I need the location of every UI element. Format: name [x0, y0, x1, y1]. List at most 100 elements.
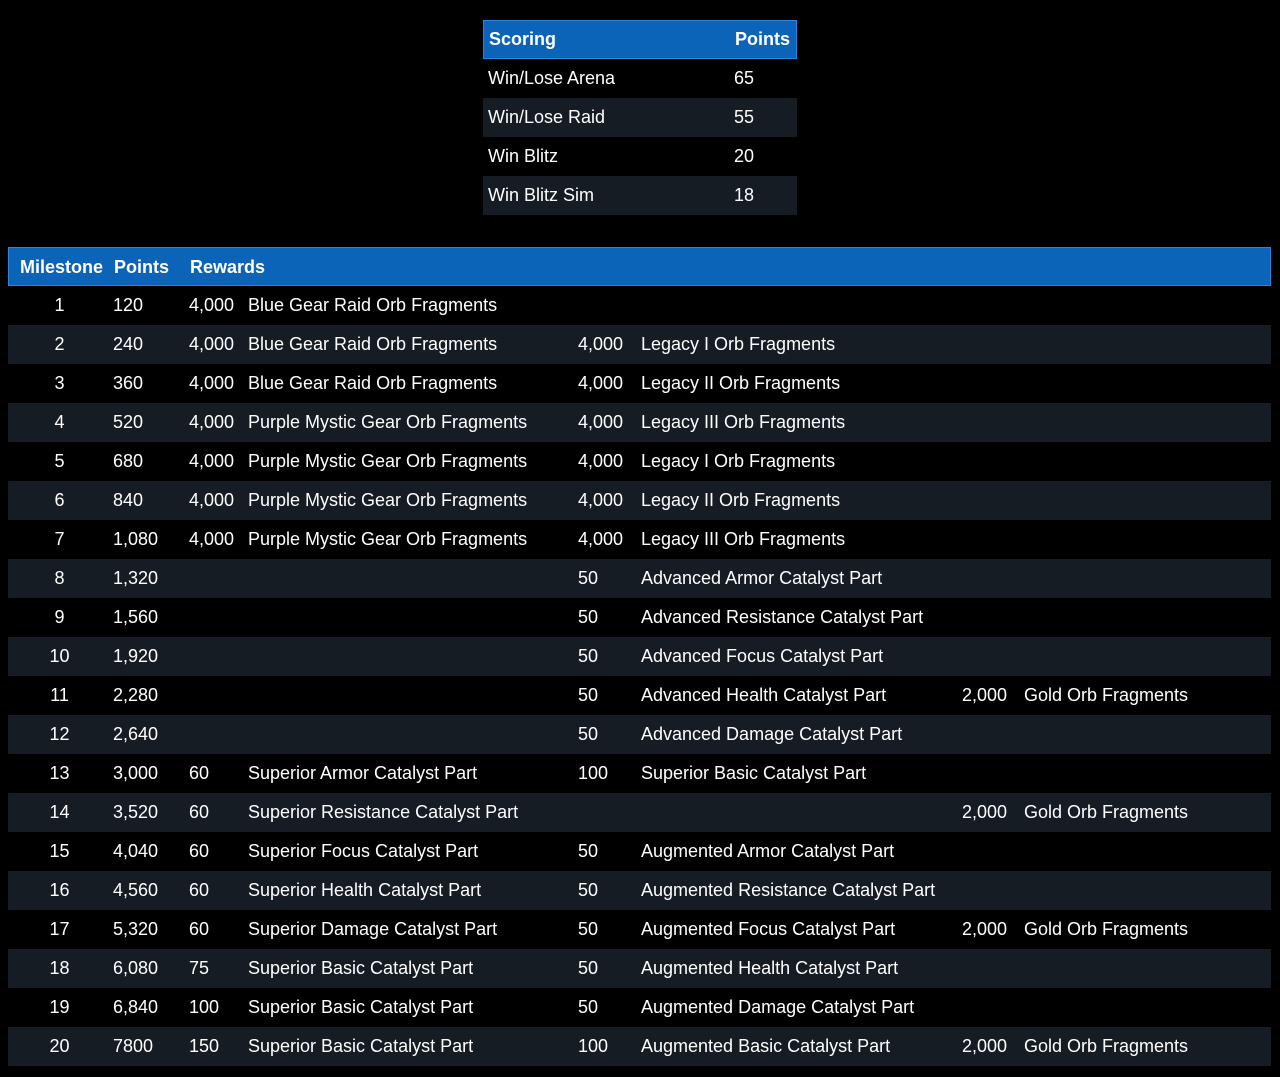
scoring-points: 18: [734, 185, 755, 205]
reward-3-name: Gold Orb Fragments: [1024, 685, 1189, 705]
reward-1-name: Blue Gear Raid Orb Fragments: [248, 334, 498, 354]
scoring-activity: Win/Lose Arena: [488, 68, 616, 88]
milestone-points: 1,080: [113, 529, 159, 549]
milestone-points: 1,320: [113, 568, 159, 588]
milestone-points: 1,920: [113, 646, 159, 666]
milestone-row: 6 840 4,000 Purple Mystic Gear Orb Fragment…: [8, 481, 1271, 520]
reward-1-quantity: 4,000: [189, 490, 235, 510]
milestone-row: 15 4,040 60 Superior Focus Catalyst Part 50 A…: [8, 832, 1271, 871]
reward-2-quantity: 50: [578, 880, 599, 900]
milestone-points: 3,520: [113, 802, 159, 822]
reward-2-name: Augmented Damage Catalyst Part: [641, 997, 915, 1017]
milestone-number: 6: [54, 490, 65, 510]
reward-2-quantity: 50: [578, 958, 599, 978]
milestone-row: 16 4,560 60 Superior Health Catalyst Part 50…: [8, 871, 1271, 910]
milestone-number: 3: [54, 373, 65, 393]
reward-2-name: Augmented Armor Catalyst Part: [641, 841, 895, 861]
reward-1-quantity: 60: [189, 802, 210, 822]
reward-3-quantity: 2,000: [962, 802, 1008, 822]
milestone-number: 15: [49, 841, 70, 861]
reward-2-quantity: 100: [578, 763, 609, 783]
reward-1-name: Superior Armor Catalyst Part: [248, 763, 478, 783]
milestone-number: 8: [54, 568, 65, 588]
reward-2-quantity: 50: [578, 568, 599, 588]
reward-2-name: Legacy II Orb Fragments: [641, 490, 841, 510]
reward-3-name: Gold Orb Fragments: [1024, 802, 1189, 822]
reward-2-name: Legacy II Orb Fragments: [641, 373, 841, 393]
reward-2-quantity: 100: [578, 1036, 609, 1056]
reward-2-name: Legacy I Orb Fragments: [641, 334, 836, 354]
reward-1-name: Superior Damage Catalyst Part: [248, 919, 498, 939]
reward-1-quantity: 75: [189, 958, 210, 978]
milestone-header-points: Points: [114, 257, 170, 277]
reward-1-name: Superior Health Catalyst Part: [248, 880, 482, 900]
reward-2-name: Augmented Basic Catalyst Part: [641, 1036, 891, 1056]
milestone-header-milestone: Milestone: [20, 257, 104, 277]
milestone-row: 5 680 4,000 Purple Mystic Gear Orb Fragment…: [8, 442, 1271, 481]
milestone-row: 19 6,840 100 Superior Basic Catalyst Part 50…: [8, 988, 1271, 1027]
milestone-number: 4: [54, 412, 65, 432]
reward-2-quantity: 50: [578, 841, 599, 861]
reward-2-quantity: 50: [578, 685, 599, 705]
milestone-number: 7: [54, 529, 65, 549]
reward-1-quantity: 60: [189, 919, 210, 939]
milestone-number: 11: [50, 685, 69, 705]
reward-3-name: Gold Orb Fragments: [1024, 919, 1189, 939]
milestone-table: Milestone Points Rewards 1 120 4,000 Blue G…: [8, 247, 1271, 1066]
milestone-points: 6,840: [113, 997, 159, 1017]
reward-1-name: Blue Gear Raid Orb Fragments: [248, 373, 498, 393]
milestone-points: 4,040: [113, 841, 159, 861]
reward-1-quantity: 4,000: [189, 373, 235, 393]
reward-2-name: Augmented Resistance Catalyst Part: [641, 880, 936, 900]
reward-1-quantity: 150: [189, 1036, 220, 1056]
milestone-number: 2: [54, 334, 65, 354]
scoring-row: Win/Lose Arena 65: [483, 59, 797, 98]
reward-2-quantity: 4,000: [578, 451, 624, 471]
scoring-points: 20: [734, 146, 755, 166]
milestone-points: 120: [113, 295, 144, 315]
reward-1-name: Superior Basic Catalyst Part: [248, 997, 474, 1017]
reward-3-name: Gold Orb Fragments: [1024, 1036, 1189, 1056]
milestone-number: 5: [54, 451, 65, 471]
reward-1-quantity: 100: [189, 997, 220, 1017]
scoring-points: 65: [734, 68, 755, 88]
milestone-row: 20 7800 150 Superior Basic Catalyst Part 100…: [8, 1027, 1271, 1066]
reward-2-quantity: 4,000: [578, 334, 624, 354]
milestone-number: 13: [49, 763, 70, 783]
reward-2-quantity: 4,000: [578, 412, 624, 432]
reward-1-name: Purple Mystic Gear Orb Fragments: [248, 412, 528, 432]
reward-1-name: Superior Focus Catalyst Part: [248, 841, 479, 861]
scoring-table: Scoring Points Win/Lose Arena 65 Win/Los…: [483, 20, 797, 215]
reward-2-name: Legacy III Orb Fragments: [641, 412, 846, 432]
milestone-row: 7 1,080 4,000 Purple Mystic Gear Orb Fragme…: [8, 520, 1271, 559]
scoring-header-points: Points: [735, 29, 791, 49]
scoring-header-row: Scoring Points: [483, 20, 797, 59]
reward-2-name: Advanced Resistance Catalyst Part: [641, 607, 924, 627]
milestone-points: 5,320: [113, 919, 159, 939]
scoring-row: Win/Lose Raid 55: [483, 98, 797, 137]
reward-3-quantity: 2,000: [962, 1036, 1008, 1056]
scoring-header-activity: Scoring: [489, 29, 557, 49]
reward-1-name: Purple Mystic Gear Orb Fragments: [248, 529, 528, 549]
milestone-number: 10: [49, 646, 70, 666]
reward-2-quantity: 4,000: [578, 490, 624, 510]
milestone-number: 18: [49, 958, 70, 978]
milestone-row: 8 1,320 50 Advanced Armor Catalyst Part: [8, 559, 1271, 598]
milestone-points: 7800: [113, 1036, 154, 1056]
milestone-row: 10 1,920 50 Advanced Focus Catalyst Part: [8, 637, 1271, 676]
reward-2-name: Advanced Health Catalyst Part: [641, 685, 887, 705]
milestone-rows: 1 120 4,000 Blue Gear Raid Orb Fragments 2 24…: [8, 286, 1271, 1066]
milestone-points: 3,000: [113, 763, 159, 783]
milestone-points: 6,080: [113, 958, 159, 978]
scoring-row: Win Blitz 20: [483, 137, 797, 176]
reward-3-quantity: 2,000: [962, 919, 1008, 939]
page: Scoring Points Win/Lose Arena 65 Win/Los…: [0, 0, 1280, 1077]
reward-2-quantity: 50: [578, 607, 599, 627]
reward-1-quantity: 60: [189, 841, 210, 861]
milestone-points: 240: [113, 334, 144, 354]
milestone-row: 9 1,560 50 Advanced Resistance Catalyst Par…: [8, 598, 1271, 637]
reward-2-quantity: 50: [578, 724, 599, 744]
milestone-header-rewards: Rewards: [190, 257, 266, 277]
reward-1-name: Purple Mystic Gear Orb Fragments: [248, 490, 528, 510]
reward-2-name: Advanced Armor Catalyst Part: [641, 568, 883, 588]
